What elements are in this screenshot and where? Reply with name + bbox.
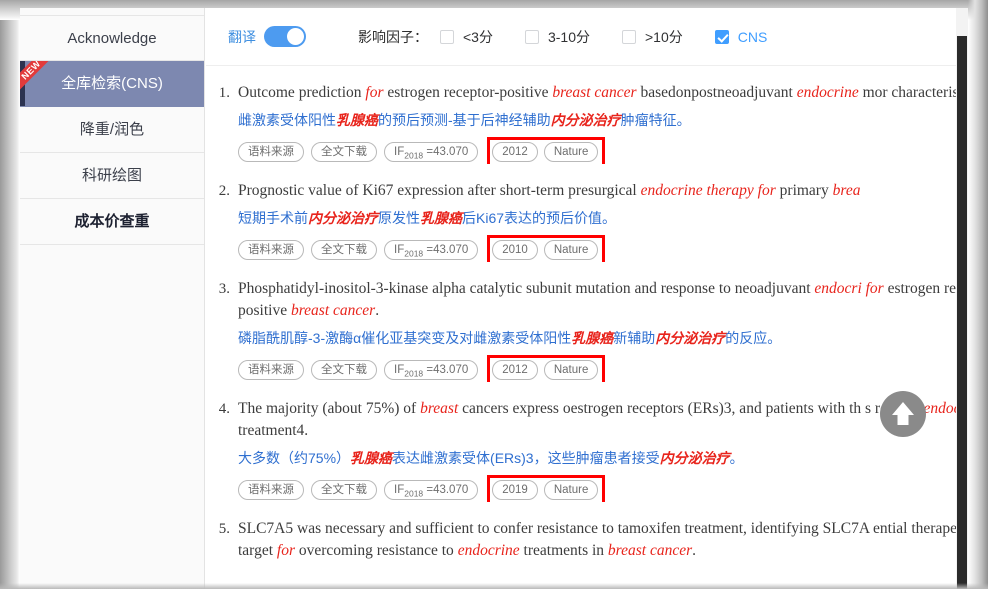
filter-checkbox-3[interactable]: >10分 [622, 27, 683, 47]
annotation-red-box: 2012 Nature [487, 137, 606, 164]
new-badge: NEW [20, 61, 56, 95]
application-window: Acknowledge NEW 全库检索(CNS) 降重/润色科研绘图成本价查重 翻译… [0, 0, 988, 589]
result-title[interactable]: Prognostic value of Ki67 expression afte… [238, 180, 968, 202]
main-panel: 翻译 影响因子： <3分 3-10分 >10分 CNS 1. Outcome predi… [206, 8, 968, 589]
filter-checkbox-label: >10分 [645, 28, 683, 45]
result-tag[interactable]: Nature [543, 240, 599, 260]
result-tag[interactable]: 全文下载 [311, 240, 377, 260]
result-tag[interactable]: IF2018 =43.070 [384, 240, 479, 260]
filter-checkbox-1[interactable]: <3分 [440, 27, 493, 47]
checkbox-box-icon[interactable] [440, 29, 454, 44]
result-item[interactable]: 2. Prognostic value of Ki67 expression af… [206, 180, 968, 262]
vertical-scrollbar-thumb[interactable] [957, 36, 967, 589]
result-translation: 磷脂酰肌醇-3-激酶α催化亚基突变及对雌激素受体阳性乳腺癌新辅助内分泌治疗的反应… [238, 330, 782, 346]
result-item[interactable]: 4. The majority (about 75%) of breast can… [206, 398, 968, 502]
toggle-knob [287, 28, 304, 45]
checkbox-box-icon[interactable] [524, 29, 539, 44]
page-content: Acknowledge NEW 全库检索(CNS) 降重/润色科研绘图成本价查重 翻译… [20, 8, 968, 589]
scroll-to-top-button[interactable] [880, 391, 926, 437]
result-body: Prognostic value of Ki67 expression afte… [238, 180, 968, 262]
result-tag[interactable]: 2012 [492, 142, 538, 162]
result-tag[interactable]: 2010 [492, 240, 538, 260]
result-item[interactable]: 1. Outcome prediction for estrogen recept… [206, 82, 968, 164]
arrow-up-icon [892, 402, 914, 425]
result-index: 4. [218, 401, 230, 417]
checkbox-box-icon[interactable] [622, 29, 636, 44]
annotation-red-box: 2010 Nature [487, 235, 606, 262]
sidebar-item-5[interactable]: 成本价查重 [20, 199, 204, 245]
result-translation: 短期手术前内分泌治疗原发性乳腺癌后Ki67表达的预后价值。 [238, 210, 617, 226]
filter-toolbar: 翻译 影响因子： <3分 3-10分 >10分 CNS [206, 8, 968, 66]
result-translation: 雌激素受体阳性乳腺癌的预后预测-基于后神经辅助内分泌治疗肿瘤特征。 [238, 112, 691, 128]
result-title[interactable]: Phosphatidyl-inositol-3-kinase alpha cat… [238, 278, 968, 322]
filter-checkbox-label: 3-10分 [547, 28, 590, 45]
result-tag[interactable]: 全文下载 [311, 360, 377, 380]
result-body: The majority (about 75%) of breast cance… [238, 398, 968, 502]
result-tag[interactable]: Nature [543, 142, 599, 162]
result-item[interactable]: 3. Phosphatidyl-inositol-3-kinase alpha c… [206, 278, 968, 382]
result-tag[interactable]: 全文下载 [311, 142, 377, 162]
result-tag[interactable]: 语料来源 [238, 480, 304, 500]
result-index: 5. [218, 521, 230, 537]
filter-checkbox-label: CNS [737, 28, 768, 45]
result-tag[interactable]: Nature [543, 480, 599, 500]
result-tag-row: 语料来源 全文下载 IF2018 =43.070 2010 Nature [238, 235, 968, 262]
result-tag-row: 语料来源 全文下载 IF2018 =43.070 2012 Nature [238, 137, 968, 164]
result-tag[interactable]: 语料来源 [238, 240, 304, 260]
translate-toggle[interactable] [264, 26, 306, 47]
result-title[interactable]: SLC7A5 was necessary and sufficient to c… [238, 518, 968, 562]
result-tag[interactable]: 2012 [492, 360, 538, 380]
window-right-shadow [968, 0, 988, 589]
annotation-red-box: 2012 Nature [487, 355, 606, 382]
result-index: 1. [218, 85, 230, 101]
result-title[interactable]: The majority (about 75%) of breast cance… [238, 398, 968, 442]
result-title[interactable]: Outcome prediction for estrogen receptor… [238, 82, 968, 104]
result-tag[interactable]: 全文下载 [311, 480, 377, 500]
result-tag-row: 语料来源 全文下载 IF2018 =43.070 2019 Nature [238, 475, 968, 502]
result-tag[interactable]: 2019 [492, 480, 538, 500]
result-body: Phosphatidyl-inositol-3-kinase alpha cat… [238, 278, 968, 382]
result-tag[interactable]: 语料来源 [238, 142, 304, 162]
result-body: Outcome prediction for estrogen receptor… [238, 82, 968, 164]
sidebar-item-4[interactable]: 科研绘图 [20, 153, 204, 199]
result-tag[interactable]: IF2018 =43.070 [384, 360, 479, 380]
result-tag[interactable]: IF2018 =43.070 [384, 142, 479, 162]
sidebar-item-label: 成本价查重 [74, 213, 150, 230]
sidebar-item-2[interactable]: NEW 全库检索(CNS) [20, 61, 204, 107]
sidebar-item-label: 全库检索(CNS) [61, 75, 163, 92]
result-tag[interactable]: 语料来源 [238, 360, 304, 380]
result-index: 2. [218, 183, 230, 199]
result-translation: 大多数（约75%）乳腺癌表达雌激素受体(ERs)3，这些肿瘤患者接受内分泌治疗。 [238, 450, 744, 466]
result-index: 3. [218, 281, 230, 297]
result-tag[interactable]: IF2018 =43.070 [384, 480, 479, 500]
sidebar-item-label: Acknowledge [67, 30, 157, 47]
result-tag[interactable]: Nature [543, 360, 599, 380]
sidebar-item-3[interactable]: 降重/润色 [20, 107, 204, 153]
impact-factor-filters: <3分 3-10分 >10分 CNS [440, 27, 767, 47]
filter-checkbox-label: <3分 [463, 28, 493, 45]
result-tag-row: 语料来源 全文下载 IF2018 =43.070 2012 Nature [238, 355, 968, 382]
result-item[interactable]: 5. SLC7A5 was necessary and sufficient to… [206, 518, 968, 562]
sidebar: Acknowledge NEW 全库检索(CNS) 降重/润色科研绘图成本价查重 [20, 8, 205, 589]
sidebar-item-1[interactable]: Acknowledge [20, 15, 204, 61]
filter-checkbox-4[interactable]: CNS [714, 28, 768, 45]
search-results-list[interactable]: 1. Outcome prediction for estrogen recept… [206, 66, 968, 589]
result-body: SLC7A5 was necessary and sufficient to c… [238, 518, 968, 562]
translate-label: 翻译 [228, 28, 256, 45]
sidebar-item-label: 降重/润色 [79, 121, 145, 138]
filter-checkbox-2[interactable]: 3-10分 [524, 27, 590, 47]
impact-factor-label: 影响因子： [358, 28, 428, 45]
checkbox-box-icon[interactable] [714, 29, 729, 44]
sidebar-item-label: 科研绘图 [81, 167, 142, 184]
annotation-red-box: 2019 Nature [487, 475, 606, 502]
